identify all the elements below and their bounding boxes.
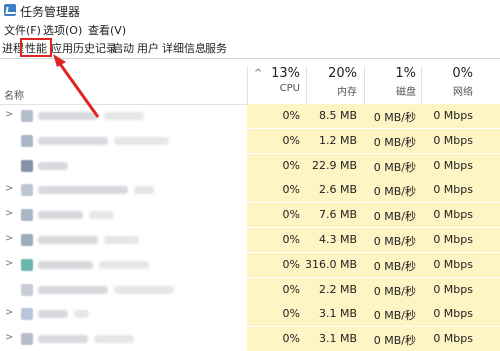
redacted-process-name bbox=[94, 335, 134, 344]
arrow-shaft bbox=[56, 60, 100, 118]
annotation-arrow bbox=[53, 54, 100, 118]
arrow-head bbox=[53, 54, 66, 67]
redacted-process-name bbox=[38, 335, 88, 344]
